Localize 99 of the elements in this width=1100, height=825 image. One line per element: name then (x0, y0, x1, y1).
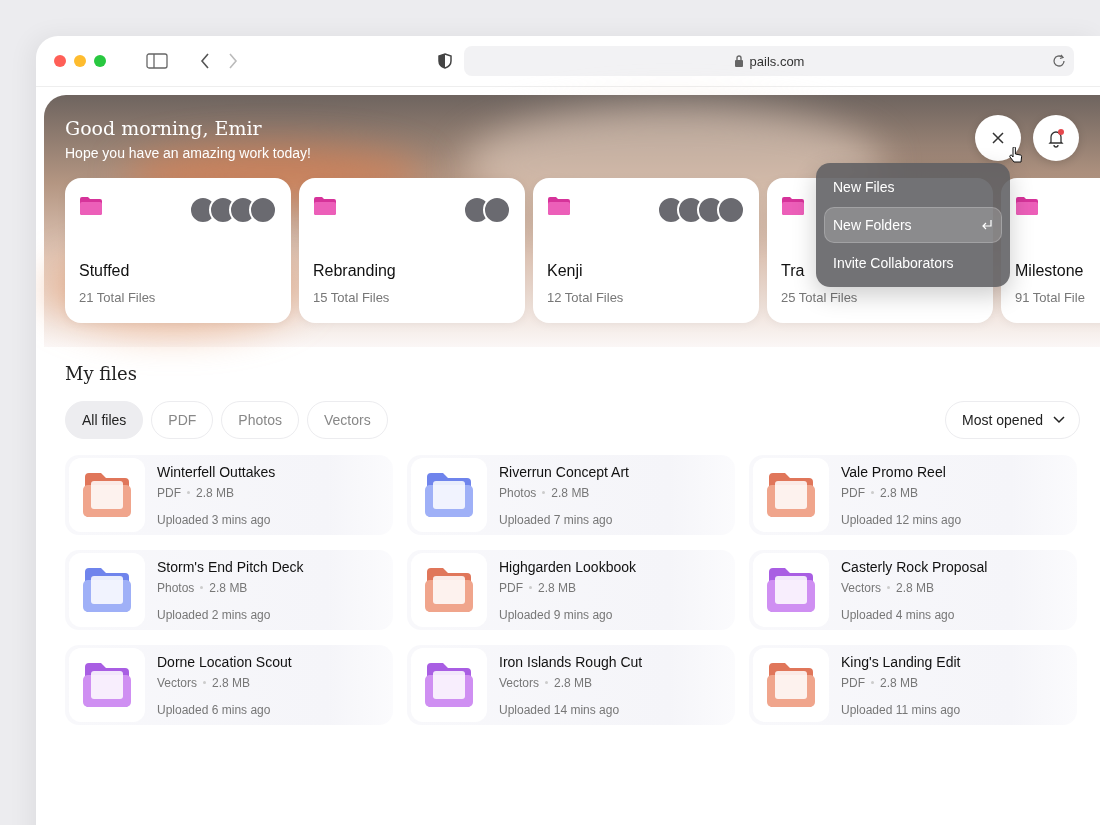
back-icon[interactable] (200, 53, 210, 69)
folder-icon (81, 471, 133, 519)
file-card[interactable]: Riverrun Concept Art Photos 2.8 MB Uploaded 7 mins ago (407, 455, 735, 535)
folder-icon (81, 566, 133, 614)
folder-file-count: 25 Total Files (781, 290, 859, 305)
filter-chip[interactable]: PDF (151, 401, 214, 439)
folder-card[interactable]: Milestone 91 Total File (1001, 178, 1100, 323)
file-size: 2.8 MB (551, 485, 590, 500)
folder-card[interactable]: Rebranding 15 Total Files (299, 178, 525, 323)
upload-time: Uploaded 4 mins ago (841, 607, 956, 622)
avatar (249, 196, 277, 224)
upload-time: Uploaded 6 mins ago (157, 702, 272, 717)
folder-icon (81, 661, 133, 709)
file-name: King's Landing Edit (841, 653, 961, 670)
file-card[interactable]: Storm's End Pitch Deck Photos 2.8 MB Uploaded 2 mins ago (65, 550, 393, 630)
file-card[interactable]: King's Landing Edit PDF 2.8 MB Uploaded 11 mins ago (749, 645, 1077, 725)
file-type: PDF (841, 675, 865, 690)
menu-item[interactable]: New Files (824, 169, 1002, 205)
file-name: Iron Islands Rough Cut (499, 653, 643, 670)
pointer-cursor-icon (1008, 147, 1024, 165)
file-card[interactable]: Dorne Location Scout Vectors 2.8 MB Uploaded 6 mins ago (65, 645, 393, 725)
upload-time: Uploaded 14 mins ago (499, 702, 621, 717)
file-name: Highgarden Lookbook (499, 558, 636, 575)
file-size: 2.8 MB (880, 485, 918, 500)
notification-button[interactable] (1033, 115, 1079, 161)
folder-card[interactable]: Kenji 12 Total Files (533, 178, 759, 323)
folder-file-count: 15 Total Files (313, 290, 391, 305)
file-size: 2.8 MB (538, 580, 576, 595)
upload-time: Uploaded 3 mins ago (157, 512, 272, 527)
file-card[interactable]: Iron Islands Rough Cut Vectors 2.8 MB Uploaded 14 mins ago (407, 645, 735, 725)
file-card[interactable]: Casterly Rock Proposal Vectors 2.8 MB Uploaded 4 mins ago (749, 550, 1077, 630)
file-size: 2.8 MB (554, 675, 593, 690)
chevron-down-icon (1053, 416, 1065, 424)
menu-item[interactable]: Invite Collaborators (824, 245, 1002, 281)
folder-name: Milestone (1015, 262, 1084, 280)
file-size: 2.8 MB (209, 580, 248, 595)
folder-file-count: 91 Total File (1015, 290, 1086, 305)
file-type: Vectors (841, 580, 882, 595)
folder-icon (423, 566, 475, 614)
file-name: Storm's End Pitch Deck (157, 558, 304, 575)
file-name: Casterly Rock Proposal (841, 558, 988, 575)
file-type: Vectors (157, 675, 198, 690)
folder-name: Stuffed (79, 262, 130, 280)
file-size: 2.8 MB (196, 485, 234, 500)
file-card[interactable]: Winterfell Outtakes PDF 2.8 MB Uploaded 3 mins ago (65, 455, 393, 535)
folder-icon (313, 196, 337, 216)
upload-time: Uploaded 12 mins ago (841, 512, 962, 527)
upload-time: Uploaded 11 mins ago (841, 702, 961, 717)
folder-icon (781, 196, 805, 216)
greeting-subtitle: Hope you have an amazing work today! (65, 145, 311, 161)
folder-icon (1015, 196, 1039, 216)
folder-name: Rebranding (313, 262, 396, 280)
enter-key-icon (981, 219, 993, 231)
upload-time: Uploaded 9 mins ago (499, 607, 614, 622)
folder-card[interactable]: Stuffed 21 Total Files (65, 178, 291, 323)
file-type: Photos (499, 485, 537, 500)
file-size: 2.8 MB (212, 675, 251, 690)
folder-icon (423, 471, 475, 519)
folder-icon (765, 661, 817, 709)
file-type: Vectors (499, 675, 540, 690)
close-button[interactable] (975, 115, 1021, 161)
file-name: Vale Promo Reel (841, 463, 947, 480)
file-type: Photos (157, 580, 195, 595)
file-card[interactable]: Vale Promo Reel PDF 2.8 MB Uploaded 12 mins ago (749, 455, 1077, 535)
filter-chip[interactable]: Vectors (306, 401, 388, 439)
section-title: My files (65, 363, 138, 384)
upload-time: Uploaded 7 mins ago (499, 512, 614, 527)
upload-time: Uploaded 2 mins ago (157, 607, 272, 622)
folder-icon (765, 471, 817, 519)
file-type: PDF (841, 485, 865, 500)
file-name: Winterfell Outtakes (157, 463, 276, 480)
greeting: Good morning, Emir (65, 117, 262, 139)
avatar (717, 196, 745, 224)
folder-file-count: 12 Total Files (547, 290, 625, 305)
folder-icon (765, 566, 817, 614)
avatar (483, 196, 511, 224)
filter-chip[interactable]: Photos (221, 401, 299, 439)
sidebar-icon[interactable] (146, 53, 168, 69)
file-size: 2.8 MB (880, 675, 918, 690)
folder-icon (79, 196, 103, 216)
folder-icon (547, 196, 571, 216)
close-window-icon[interactable] (54, 55, 66, 67)
file-name: Dorne Location Scout (157, 653, 292, 670)
file-type: PDF (499, 580, 523, 595)
shield-icon[interactable] (438, 53, 452, 69)
file-type: PDF (157, 485, 181, 500)
address-bar[interactable]: pails.com (464, 46, 1074, 76)
filter-chip[interactable]: All files (65, 401, 144, 439)
folder-icon (423, 661, 475, 709)
folder-file-count: 21 Total Files (79, 290, 157, 305)
reload-icon[interactable] (1052, 54, 1066, 68)
sort-dropdown[interactable]: Most opened (945, 401, 1080, 439)
folder-name: Kenji (547, 262, 583, 280)
file-name: Riverrun Concept Art (499, 463, 629, 480)
file-size: 2.8 MB (896, 580, 935, 595)
file-card[interactable]: Highgarden Lookbook PDF 2.8 MB Uploaded 9 mins ago (407, 550, 735, 630)
lock-icon (733, 55, 744, 67)
close-icon (991, 131, 1005, 145)
folder-name: Tra (781, 262, 805, 280)
